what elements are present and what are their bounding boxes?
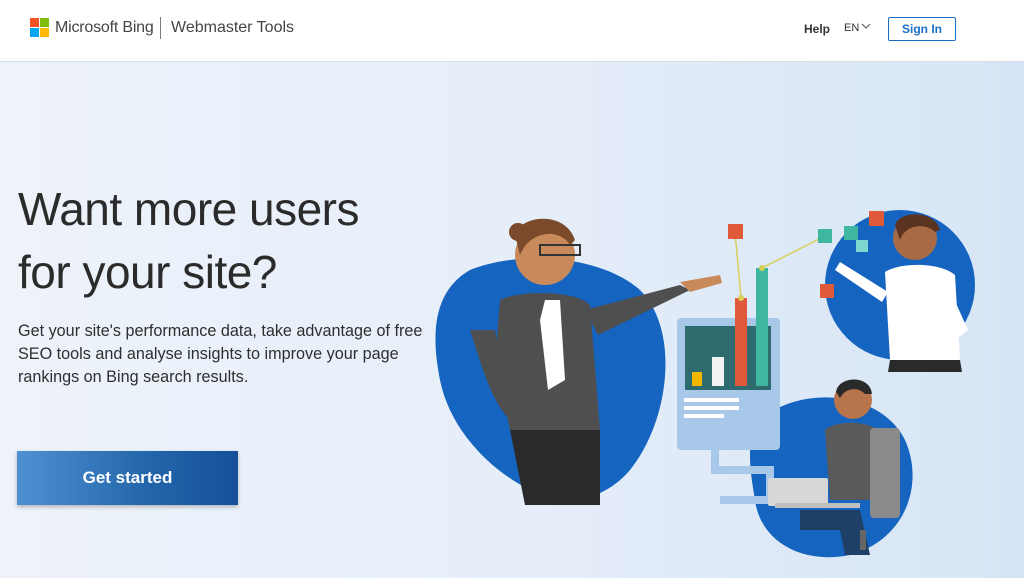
hero-illustration	[435, 210, 975, 558]
language-selector[interactable]: EN	[844, 22, 859, 34]
headline-line-1: Want more users	[18, 183, 360, 235]
hero-headline: Want more users for your site?	[18, 178, 418, 304]
headline-line-2: for your site?	[18, 246, 277, 298]
chart-bar-teal	[756, 268, 768, 386]
sign-in-button[interactable]: Sign In	[888, 17, 956, 41]
chevron-down-icon[interactable]	[861, 21, 871, 31]
hero-description: Get your site's performance data, take a…	[18, 322, 423, 386]
help-link[interactable]: Help	[804, 22, 830, 36]
brand-name[interactable]: Microsoft Bing	[55, 19, 154, 37]
top-header: Microsoft Bing Webmaster Tools Help EN S…	[0, 0, 1024, 62]
get-started-button[interactable]: Get started	[17, 451, 238, 505]
header-divider	[160, 17, 161, 39]
chart-bar-orange	[735, 298, 747, 386]
product-name[interactable]: Webmaster Tools	[171, 19, 294, 37]
microsoft-logo-icon[interactable]	[30, 18, 50, 38]
